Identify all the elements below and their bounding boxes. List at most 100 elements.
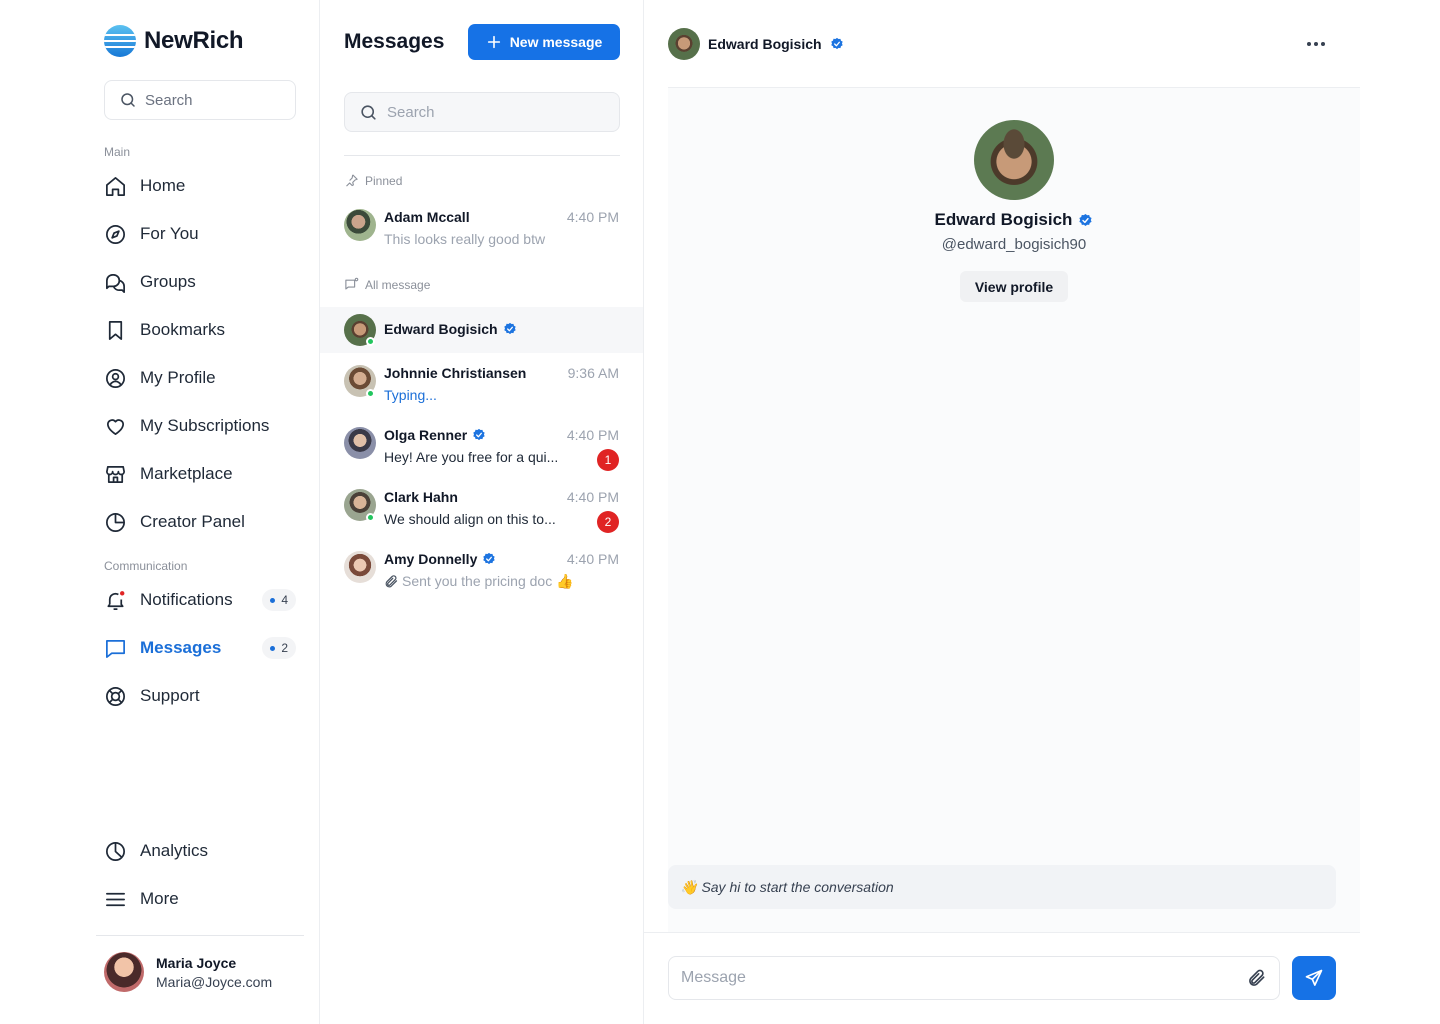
contact-profile-name: Edward Bogisich: [935, 210, 1094, 230]
message-time: 9:36 AM: [567, 365, 619, 381]
nav-label: Analytics: [140, 841, 209, 860]
nav-label: Messages: [140, 638, 222, 657]
store-icon: [104, 463, 127, 486]
message-time: 4:40 PM: [566, 427, 619, 443]
nav-label: Bookmarks: [140, 320, 226, 339]
online-status-dot: [366, 389, 375, 398]
nav-label: Notifications: [140, 590, 233, 609]
paperclip-icon: [385, 575, 398, 588]
nav-item-notifications[interactable]: Notifications 4: [104, 583, 296, 617]
nav-item-my-subscriptions[interactable]: My Subscriptions: [104, 409, 296, 443]
contact-handle: @edward_bogisich90: [941, 236, 1087, 253]
contact-name: Johnnie Christiansen: [384, 365, 527, 381]
nav-item-support[interactable]: Support: [104, 679, 296, 713]
nav-item-marketplace[interactable]: Marketplace: [104, 457, 296, 491]
message-preview: Hey! Are you free for a qui...: [384, 449, 559, 465]
nav-label: Creator Panel: [140, 512, 245, 531]
search-icon: [361, 104, 376, 120]
bookmark-icon: [104, 319, 127, 342]
messages-count-badge: 2: [262, 637, 296, 659]
nav-item-bookmarks[interactable]: Bookmarks: [104, 313, 296, 347]
online-status-dot: [366, 513, 375, 522]
message-time: 4:40 PM: [566, 209, 619, 225]
plus-icon: [487, 35, 500, 49]
message-preview: We should align on this to...: [384, 511, 556, 527]
new-message-label: New message: [509, 34, 603, 50]
message-input[interactable]: [681, 957, 1241, 999]
attach-file-icon[interactable]: [1247, 968, 1267, 988]
sidebar-search-input[interactable]: Search: [104, 80, 296, 120]
chat-header[interactable]: Edward Bogisich: [668, 28, 844, 60]
nav-item-my-profile[interactable]: My Profile: [104, 361, 296, 395]
nav-item-more[interactable]: More: [104, 882, 296, 916]
contact-name: Amy Donnelly: [384, 551, 496, 567]
sidebar: NewRich Search Main Home For You Groups …: [0, 0, 320, 1024]
chat-row-clark-hahn[interactable]: Clark Hahn 4:40 PM We should align on th…: [320, 483, 643, 533]
chat-panel: Edward Bogisich Edward Bogisich @edward_…: [644, 0, 1440, 1024]
conversations-panel: Messages New message Search Pinned Adam …: [320, 0, 644, 1024]
verified-badge-icon: [830, 37, 843, 50]
new-message-button[interactable]: New message: [468, 24, 620, 60]
contact-profile-summary: Edward Bogisich @edward_bogisich90 View …: [668, 120, 1360, 302]
contact-name: Olga Renner: [384, 427, 486, 443]
nav-item-home[interactable]: Home: [104, 169, 296, 203]
chat-row-edward-bogisich[interactable]: Edward Bogisich: [320, 307, 643, 353]
all-messages-label: All message: [344, 277, 430, 292]
conversations-search-placeholder: Search: [387, 103, 435, 121]
conversation-start-hint: 👋 Say hi to start the conversation: [668, 865, 1336, 909]
nav-item-groups[interactable]: Groups: [104, 265, 296, 299]
unread-count-badge: 1: [597, 449, 619, 471]
conversations-search-input[interactable]: Search: [344, 92, 620, 132]
nav-label: For You: [140, 224, 199, 243]
nav-item-messages[interactable]: Messages 2: [104, 631, 296, 665]
nav-label: More: [140, 889, 179, 908]
chat-bubbles-icon: [104, 271, 127, 294]
nav-item-for-you[interactable]: For You: [104, 217, 296, 251]
nav-item-analytics[interactable]: Analytics: [104, 834, 296, 868]
verified-badge-icon: [483, 552, 496, 565]
section-label-communication: Communication: [104, 559, 188, 573]
chat-row-olga-renner[interactable]: Olga Renner 4:40 PM Hey! Are you free fo…: [320, 421, 643, 471]
chat-row-adam-mccall[interactable]: Adam Mccall 4:40 PM This looks really go…: [320, 203, 643, 249]
chat-row-amy-donnelly[interactable]: Amy Donnelly 4:40 PM Sent you the pricin…: [320, 545, 643, 591]
typing-indicator: Typing...: [384, 387, 437, 403]
chat-dots-icon: [345, 277, 359, 290]
message-preview: This looks really good btw: [384, 231, 546, 247]
message-icon: [104, 637, 127, 660]
more-options-button[interactable]: [1304, 34, 1328, 54]
nav-item-creator-panel[interactable]: Creator Panel: [104, 505, 296, 539]
more-dot: [1307, 42, 1311, 46]
online-status-dot: [366, 337, 375, 346]
pinned-label: Pinned: [344, 173, 402, 188]
nav-label: My Subscriptions: [140, 416, 270, 435]
hint-text: Say hi to start the conversation: [701, 879, 894, 895]
notifications-count-badge: 4: [262, 589, 296, 611]
send-message-button[interactable]: [1292, 956, 1336, 1000]
conversation-area: Edward Bogisich @edward_bogisich90 View …: [668, 87, 1360, 932]
message-composer: [668, 956, 1280, 1000]
message-time: 4:40 PM: [566, 489, 619, 505]
nav-label: Home: [140, 176, 186, 195]
contact-name: Adam Mccall: [384, 209, 470, 225]
nav-label: Marketplace: [140, 464, 233, 483]
contact-name: Edward Bogisich: [384, 321, 517, 337]
home-icon: [104, 175, 127, 198]
verified-badge-icon: [503, 322, 516, 335]
contact-avatar: [668, 28, 700, 60]
analytics-icon: [104, 840, 127, 863]
sidebar-search-placeholder: Search: [145, 91, 193, 109]
chat-row-johnnie-christiansen[interactable]: Johnnie Christiansen 9:36 AM Typing...: [320, 359, 643, 405]
contact-avatar: [344, 551, 376, 583]
conversations-divider: [344, 155, 620, 156]
more-dot: [1321, 42, 1325, 46]
current-user-card[interactable]: Maria Joyce Maria@Joyce.com: [104, 952, 272, 992]
user-circle-icon: [104, 367, 127, 390]
brand-logo[interactable]: NewRich: [104, 24, 244, 58]
conversations-title: Messages: [344, 30, 445, 53]
bell-icon: [104, 589, 127, 612]
brand-name: NewRich: [144, 27, 244, 54]
user-avatar: [104, 952, 144, 992]
view-profile-button[interactable]: View profile: [959, 271, 1069, 302]
nav-label: Groups: [140, 272, 196, 291]
compass-icon: [104, 223, 127, 246]
